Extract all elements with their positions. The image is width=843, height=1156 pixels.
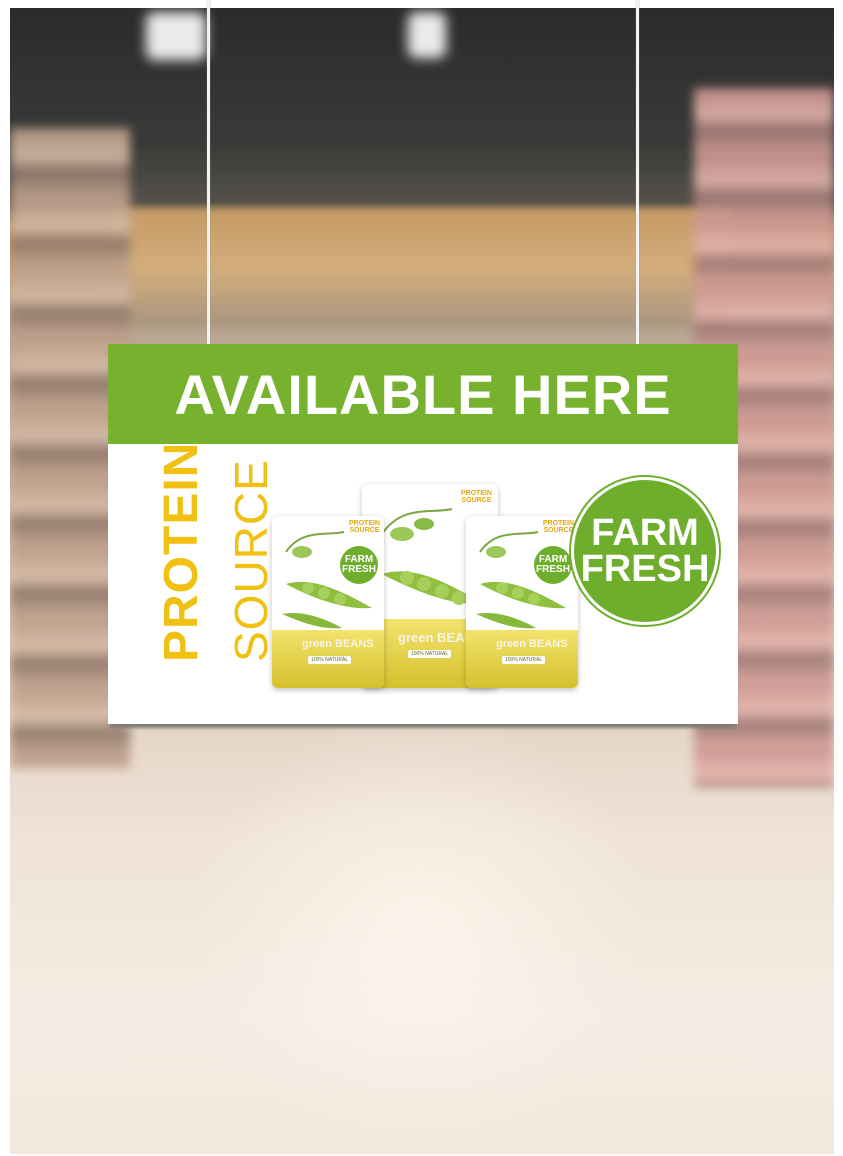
pouch-claim: 100% NATURAL: [408, 650, 452, 658]
pouch-corner-tag: PROTEIN SOURCE: [460, 490, 492, 504]
badge-line-1: FARM: [591, 511, 699, 554]
farm-fresh-badge: FARM FRESH: [574, 480, 716, 622]
badge-line-2: FRESH: [580, 548, 710, 590]
pouch-claim: 100% NATURAL: [308, 656, 352, 664]
floor-reflection: [190, 708, 650, 1154]
sign-headline: AVAILABLE HERE: [174, 362, 672, 426]
tagline-source: SOURCE: [225, 459, 277, 662]
pouch-corner-tag: PROTEIN SOURCE: [542, 520, 574, 534]
hanging-wire-right: [636, 0, 639, 346]
pouch-product-name: green BEANS: [302, 638, 374, 650]
ceiling-light: [408, 12, 446, 58]
product-pouch-left: PROTEIN SOURCE FARM FRESH green BEANS 10…: [272, 516, 384, 688]
sign-header: AVAILABLE HERE: [108, 344, 738, 444]
product-pouch-right: PROTEIN SOURCE FARM FRESH green BEANS 10…: [466, 516, 578, 688]
hanging-wire-left: [207, 0, 210, 346]
pouch-farm-fresh-badge: FARM FRESH: [534, 546, 572, 584]
hanging-sign: AVAILABLE HERE PROTEIN SOURCE PROTEIN SO…: [108, 344, 738, 724]
tagline-protein: PROTEIN: [155, 441, 208, 662]
pouch-corner-tag: PROTEIN SOURCE: [348, 520, 380, 534]
pouch-farm-fresh-badge: FARM FRESH: [340, 546, 378, 584]
pouch-product-name: green BEANS: [496, 638, 568, 650]
ceiling-light: [146, 12, 206, 60]
pouch-claim: 100% NATURAL: [502, 656, 546, 664]
